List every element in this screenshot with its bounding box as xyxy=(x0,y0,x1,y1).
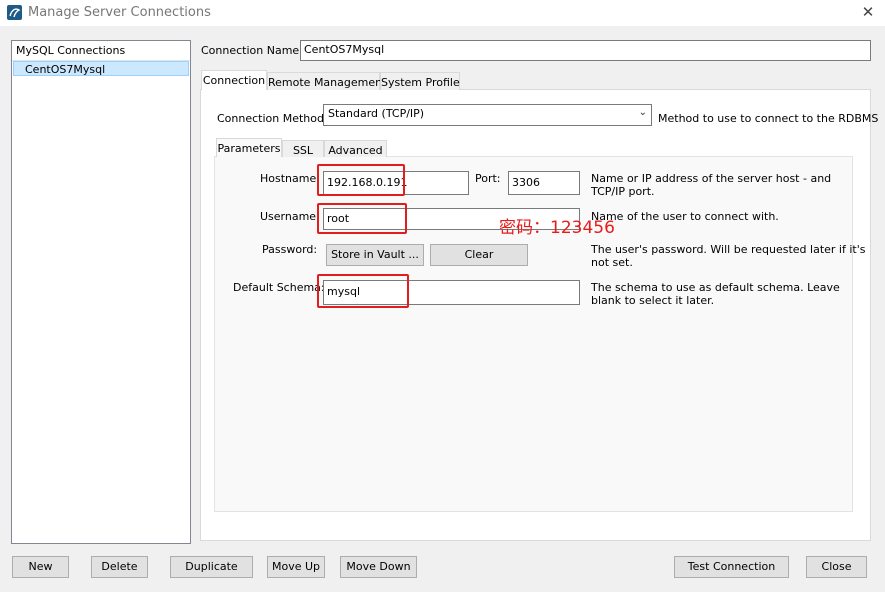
schema-highlight-box xyxy=(317,274,409,308)
hostname-description: Name or IP address of the server host - … xyxy=(591,172,831,198)
mysql-workbench-icon xyxy=(7,5,22,20)
password-description-line: The user's password. Will be requested l… xyxy=(591,243,866,256)
tab-remote-management[interactable]: Remote Management xyxy=(267,72,386,90)
hostname-label: Hostname: xyxy=(260,172,320,185)
tab-system-profile[interactable]: System Profile xyxy=(380,72,460,90)
port-input[interactable]: 3306 xyxy=(508,171,580,195)
password-label: Password: xyxy=(262,243,318,256)
port-label: Port: xyxy=(475,172,501,185)
test-connection-button[interactable]: Test Connection xyxy=(674,556,789,578)
username-highlight-box xyxy=(317,203,407,234)
subtab-advanced[interactable]: Advanced xyxy=(324,140,387,157)
connection-name-label: Connection Name: xyxy=(201,44,303,57)
subtab-ssl[interactable]: SSL xyxy=(282,140,324,157)
hostname-description-line: Name or IP address of the server host - … xyxy=(591,172,832,185)
password-description: The user's password. Will be requested l… xyxy=(591,243,865,269)
close-icon[interactable]: ✕ xyxy=(858,3,878,21)
move-down-button[interactable]: Move Down xyxy=(340,556,417,578)
hostname-highlight-box xyxy=(317,164,405,196)
password-annotation: 密码：123456 xyxy=(499,218,615,238)
connection-method-label: Connection Method: xyxy=(217,112,328,125)
connections-list-header: MySQL Connections xyxy=(16,44,126,57)
connection-method-description: Method to use to connect to the RDBMS xyxy=(658,112,879,125)
hostname-description-line: TCP/IP port. xyxy=(591,185,655,198)
connections-list[interactable]: MySQL Connections CentOS7Mysql xyxy=(11,40,191,544)
username-description: Name of the user to connect with. xyxy=(591,210,779,223)
username-label: Username: xyxy=(260,210,320,223)
chevron-down-icon: ⌄ xyxy=(638,107,647,118)
subtab-parameters[interactable]: Parameters xyxy=(216,138,282,157)
delete-button[interactable]: Delete xyxy=(91,556,148,578)
list-item-selected[interactable]: CentOS7Mysql xyxy=(13,61,189,76)
connection-name-input[interactable]: CentOS7Mysql xyxy=(300,40,871,61)
window-title: Manage Server Connections xyxy=(28,5,211,20)
list-item-label: CentOS7Mysql xyxy=(25,63,106,76)
close-button[interactable]: Close xyxy=(806,556,867,578)
clear-password-button[interactable]: Clear xyxy=(430,244,528,266)
schema-description-line: The schema to use as default schema. Lea… xyxy=(591,281,840,294)
default-schema-label: Default Schema: xyxy=(233,281,325,294)
store-in-vault-button[interactable]: Store in Vault ... xyxy=(326,244,424,266)
new-button[interactable]: New xyxy=(12,556,69,578)
password-description-line: not set. xyxy=(591,256,633,269)
tab-connection[interactable]: Connection xyxy=(201,70,267,90)
connection-method-select[interactable]: Standard (TCP/IP) ⌄ xyxy=(323,104,652,126)
schema-description: The schema to use as default schema. Lea… xyxy=(591,281,840,307)
duplicate-button[interactable]: Duplicate xyxy=(170,556,253,578)
move-up-button[interactable]: Move Up xyxy=(267,556,325,578)
title-bar: Manage Server Connections ✕ xyxy=(0,0,885,26)
schema-description-line: blank to select it later. xyxy=(591,294,715,307)
connection-method-value: Standard (TCP/IP) xyxy=(328,107,425,120)
